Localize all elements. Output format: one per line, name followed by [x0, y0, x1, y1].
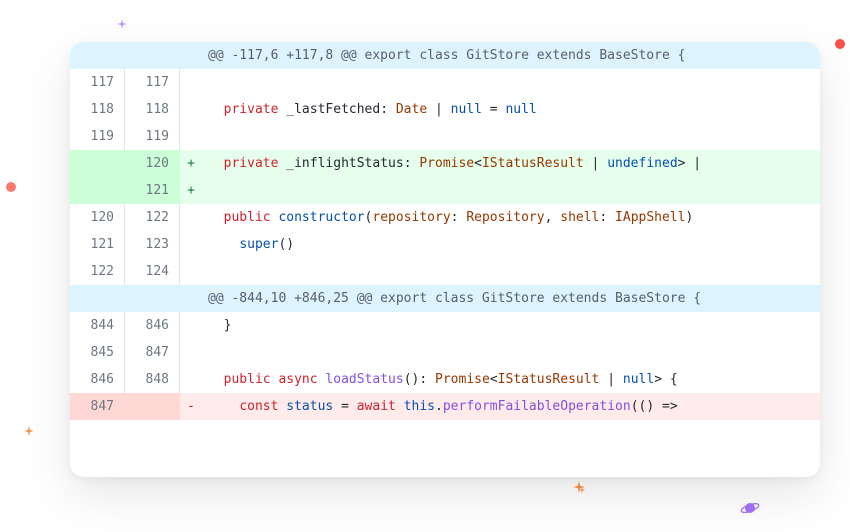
star-icon [116, 18, 128, 30]
gutter-old [70, 42, 125, 69]
gutter-old: 121 [70, 231, 125, 258]
gutter-new: 124 [125, 258, 180, 285]
gutter-old: 844 [70, 312, 125, 339]
diff-line-added[interactable]: 121 + [70, 177, 820, 204]
diff-marker: + [180, 177, 202, 204]
planet-icon [740, 498, 760, 518]
code-content [202, 177, 820, 204]
diff-marker [180, 231, 202, 258]
gutter-new: 119 [125, 123, 180, 150]
gutter-old: 845 [70, 339, 125, 366]
gutter-old: 122 [70, 258, 125, 285]
diff-marker [180, 123, 202, 150]
diff-marker: + [180, 150, 202, 177]
gutter-new: 848 [125, 366, 180, 393]
gutter-new [125, 42, 180, 69]
hunk-header: @@ -844,10 +846,25 @@ export class GitSt… [70, 285, 820, 312]
gutter-old: 847 [70, 393, 125, 420]
gutter-new: 846 [125, 312, 180, 339]
code-content: private _inflightStatus: Promise<IStatus… [202, 150, 820, 177]
hunk-text: @@ -844,10 +846,25 @@ export class GitSt… [202, 285, 820, 312]
diff-line[interactable]: 120 122 public constructor(repository: R… [70, 204, 820, 231]
diff-marker [180, 42, 202, 69]
code-content: const status = await this.performFailabl… [202, 393, 820, 420]
gutter-old: 117 [70, 69, 125, 96]
code-content: private _lastFetched: Date | null = null [202, 96, 820, 123]
hunk-header: @@ -117,6 +117,8 @@ export class GitStor… [70, 42, 820, 69]
code-content: public async loadStatus(): Promise<IStat… [202, 366, 820, 393]
diff-line[interactable]: 846 848 public async loadStatus(): Promi… [70, 366, 820, 393]
gutter-new: 847 [125, 339, 180, 366]
gutter-new: 123 [125, 231, 180, 258]
code-content [202, 258, 820, 285]
code-content: } [202, 312, 820, 339]
gutter-new: 118 [125, 96, 180, 123]
diff-line-added[interactable]: 120 + private _inflightStatus: Promise<I… [70, 150, 820, 177]
diff-line[interactable]: 119 119 [70, 123, 820, 150]
gutter-old [70, 150, 125, 177]
code-content: public constructor(repository: Repositor… [202, 204, 820, 231]
gutter-old: 120 [70, 204, 125, 231]
diff-marker [180, 258, 202, 285]
diff-view[interactable]: @@ -117,6 +117,8 @@ export class GitStor… [70, 42, 820, 477]
gutter-old: 119 [70, 123, 125, 150]
star-icon [572, 480, 586, 494]
gutter-new: 120 [125, 150, 180, 177]
gutter-new: 121 [125, 177, 180, 204]
gutter-new: 122 [125, 204, 180, 231]
diff-marker [180, 96, 202, 123]
code-content [202, 123, 820, 150]
diff-line[interactable]: 117 117 [70, 69, 820, 96]
diff-marker [180, 339, 202, 366]
decor-dot [6, 182, 16, 192]
star-icon [23, 425, 35, 437]
code-content [202, 69, 820, 96]
gutter-new [125, 393, 180, 420]
diff-marker [180, 312, 202, 339]
code-content [202, 339, 820, 366]
gutter-old: 118 [70, 96, 125, 123]
gutter-new: 117 [125, 69, 180, 96]
diff-line[interactable]: 844 846 } [70, 312, 820, 339]
gutter-new [125, 285, 180, 312]
decor-dot [834, 38, 846, 50]
diff-marker [180, 285, 202, 312]
diff-line[interactable]: 122 124 [70, 258, 820, 285]
diff-line-deleted[interactable]: 847 - const status = await this.performF… [70, 393, 820, 420]
code-content: super() [202, 231, 820, 258]
star-icon [578, 486, 586, 494]
diff-line[interactable]: 118 118 private _lastFetched: Date | nul… [70, 96, 820, 123]
gutter-old [70, 177, 125, 204]
gutter-old [70, 285, 125, 312]
diff-marker [180, 204, 202, 231]
gutter-old: 846 [70, 366, 125, 393]
diff-line[interactable]: 121 123 super() [70, 231, 820, 258]
diff-marker [180, 366, 202, 393]
diff-marker [180, 69, 202, 96]
hunk-text: @@ -117,6 +117,8 @@ export class GitStor… [202, 42, 820, 69]
diff-line[interactable]: 845 847 [70, 339, 820, 366]
diff-marker: - [180, 393, 202, 420]
